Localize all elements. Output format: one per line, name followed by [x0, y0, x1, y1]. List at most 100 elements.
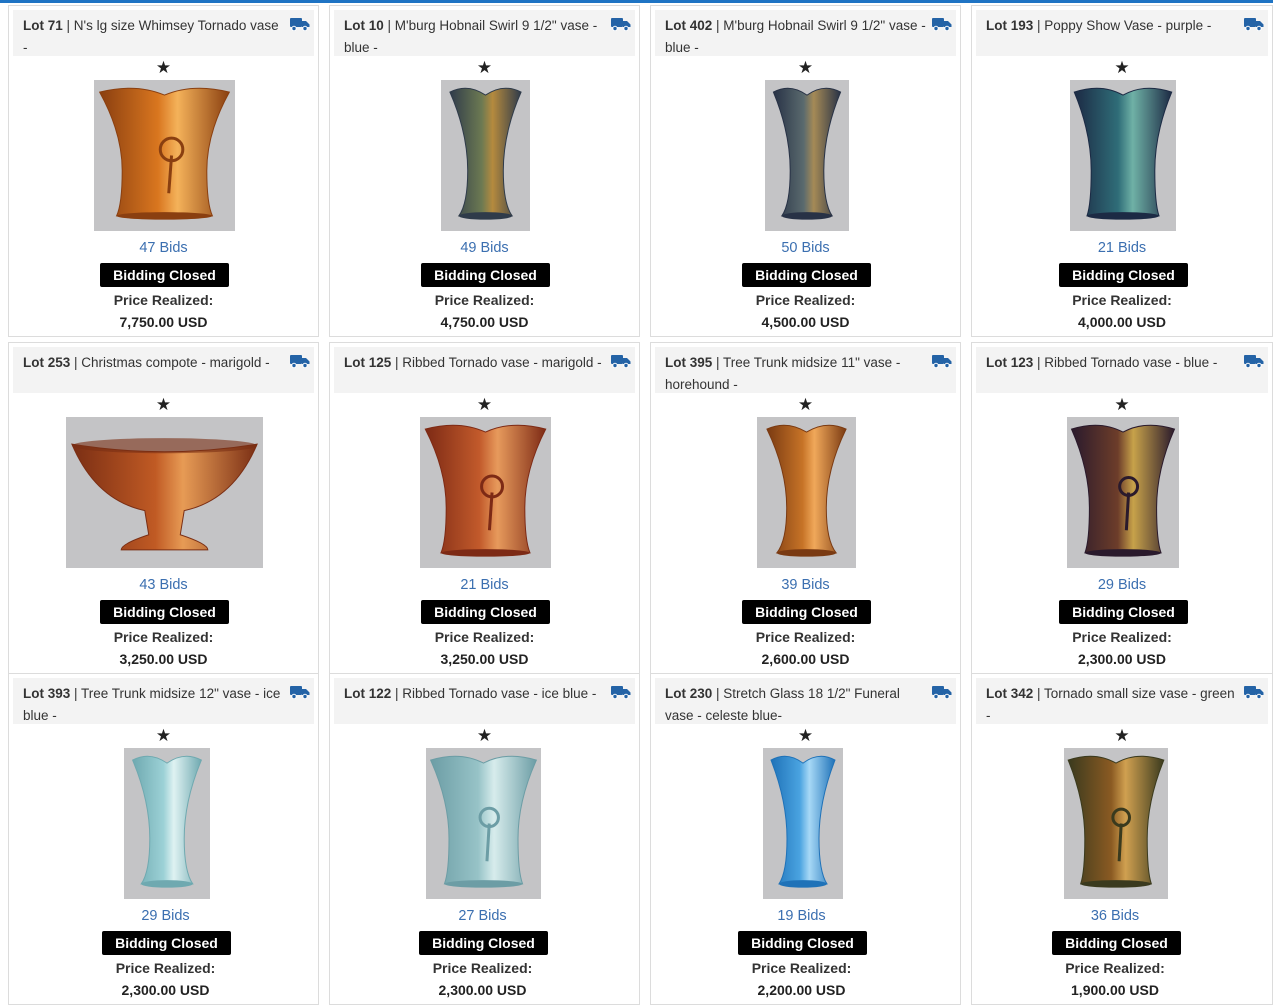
lot-title-link[interactable]: Lot 253 | Christmas compote - marigold -: [23, 352, 284, 374]
lot-title-link[interactable]: Lot 193 | Poppy Show Vase - purple -: [986, 15, 1238, 37]
lot-header: Lot 193 | Poppy Show Vase - purple -: [976, 10, 1268, 56]
lot-title-link[interactable]: Lot 395 | Tree Trunk midsize 11" vase - …: [665, 352, 926, 396]
bid-count-link[interactable]: 49 Bids: [330, 240, 639, 256]
lot-photo[interactable]: [765, 80, 849, 231]
lot-title-link[interactable]: Lot 123 | Ribbed Tornado vase - blue -: [986, 352, 1238, 374]
lot-card[interactable]: Lot 193 | Poppy Show Vase - purple - ★ 2…: [971, 5, 1273, 337]
lot-card[interactable]: Lot 122 | Ribbed Tornado vase - ice blue…: [329, 673, 640, 1005]
shipping-truck-icon: [1244, 685, 1264, 700]
lot-card[interactable]: Lot 123 | Ribbed Tornado vase - blue - ★…: [971, 342, 1273, 674]
lot-header: Lot 395 | Tree Trunk midsize 11" vase - …: [655, 347, 956, 393]
lot-card[interactable]: Lot 395 | Tree Trunk midsize 11" vase - …: [650, 342, 961, 674]
lot-photo[interactable]: [66, 417, 263, 568]
lot-header: Lot 230 | Stretch Glass 18 1/2" Funeral …: [655, 678, 956, 724]
shipping-truck-icon: [611, 17, 631, 32]
lot-number: Lot 230: [665, 686, 713, 701]
bid-count-link[interactable]: 21 Bids: [972, 240, 1272, 256]
price-realized-label: Price Realized:: [434, 629, 535, 645]
lot-title-link[interactable]: Lot 125 | Ribbed Tornado vase - marigold…: [344, 352, 605, 374]
price-realized-label: Price Realized:: [434, 292, 535, 308]
price-realized-value: 2,300.00 USD: [121, 982, 210, 998]
bidding-closed-badge: Bidding Closed: [421, 263, 550, 287]
lot-photo[interactable]: [763, 748, 843, 899]
lot-title-link[interactable]: Lot 71 | N's lg size Whimsey Tornado vas…: [23, 15, 284, 59]
bidding-closed-badge: Bidding Closed: [1059, 263, 1188, 287]
lot-header: Lot 122 | Ribbed Tornado vase - ice blue…: [334, 678, 635, 724]
lot-card[interactable]: Lot 10 | M'burg Hobnail Swirl 9 1/2" vas…: [329, 5, 640, 337]
price-realized-label: Price Realized:: [115, 960, 216, 976]
lot-photo[interactable]: [757, 417, 856, 568]
bid-count-link[interactable]: 27 Bids: [330, 908, 637, 924]
favorite-star-icon[interactable]: ★: [651, 59, 960, 77]
favorite-star-icon[interactable]: ★: [330, 727, 639, 745]
lot-card[interactable]: Lot 230 | Stretch Glass 18 1/2" Funeral …: [650, 673, 961, 1005]
favorite-star-icon[interactable]: ★: [972, 59, 1272, 77]
shipping-truck-icon: [932, 17, 952, 32]
bid-count-link[interactable]: 43 Bids: [9, 577, 318, 593]
lot-photo[interactable]: [124, 748, 210, 899]
lot-number: Lot 125: [344, 355, 392, 370]
favorite-star-icon[interactable]: ★: [330, 59, 639, 77]
lot-title-link[interactable]: Lot 230 | Stretch Glass 18 1/2" Funeral …: [665, 683, 926, 727]
lot-photo[interactable]: [1070, 80, 1176, 231]
lot-title-link[interactable]: Lot 10 | M'burg Hobnail Swirl 9 1/2" vas…: [344, 15, 605, 59]
bid-count-link[interactable]: 39 Bids: [651, 577, 960, 593]
price-realized-value: 4,500.00 USD: [761, 314, 850, 330]
lot-photo[interactable]: [420, 417, 551, 568]
bid-count-link[interactable]: 36 Bids: [972, 908, 1265, 924]
lot-card[interactable]: Lot 125 | Ribbed Tornado vase - marigold…: [329, 342, 640, 674]
bidding-closed-badge: Bidding Closed: [100, 600, 229, 624]
favorite-star-icon[interactable]: ★: [9, 59, 318, 77]
lot-photo[interactable]: [426, 748, 541, 899]
favorite-star-icon[interactable]: ★: [972, 396, 1272, 414]
bid-count-link[interactable]: 47 Bids: [9, 240, 318, 256]
lot-separator: |: [62, 18, 74, 33]
favorite-star-icon[interactable]: ★: [651, 727, 960, 745]
lot-title-link[interactable]: Lot 393 | Tree Trunk midsize 12" vase - …: [23, 683, 284, 727]
price-realized-value: 2,300.00 USD: [1078, 651, 1166, 667]
price-realized-label: Price Realized:: [755, 629, 856, 645]
favorite-star-icon[interactable]: ★: [9, 396, 318, 414]
price-realized-label: Price Realized:: [1065, 960, 1165, 976]
lot-number: Lot 71: [23, 18, 63, 33]
price-realized-value: 4,750.00 USD: [440, 314, 529, 330]
lot-card[interactable]: Lot 342 | Tornado small size vase - gree…: [971, 673, 1273, 1005]
price-realized-value: 2,200.00 USD: [757, 982, 846, 998]
shipping-truck-icon: [290, 17, 310, 32]
lot-separator: |: [383, 18, 395, 33]
lot-separator: |: [391, 355, 403, 370]
lot-card[interactable]: Lot 71 | N's lg size Whimsey Tornado vas…: [8, 5, 319, 337]
lot-photo[interactable]: [1067, 417, 1179, 568]
price-realized-label: Price Realized:: [1072, 292, 1172, 308]
favorite-star-icon[interactable]: ★: [651, 396, 960, 414]
lot-number: Lot 342: [986, 686, 1034, 701]
lot-card[interactable]: Lot 402 | M'burg Hobnail Swirl 9 1/2" va…: [650, 5, 961, 337]
favorite-star-icon[interactable]: ★: [9, 727, 318, 745]
bidding-closed-badge: Bidding Closed: [1052, 931, 1181, 955]
top-accent-line: [0, 0, 1273, 3]
lot-header: Lot 253 | Christmas compote - marigold -: [13, 347, 314, 393]
bid-count-link[interactable]: 29 Bids: [11, 908, 318, 924]
lot-separator: |: [1033, 18, 1045, 33]
lot-photo[interactable]: [441, 80, 530, 231]
lot-photo[interactable]: [1064, 748, 1168, 899]
bid-count-link[interactable]: 19 Bids: [651, 908, 956, 924]
lot-title-link[interactable]: Lot 402 | M'burg Hobnail Swirl 9 1/2" va…: [665, 15, 926, 59]
lot-title-link[interactable]: Lot 342 | Tornado small size vase - gree…: [986, 683, 1238, 727]
bid-count-link[interactable]: 21 Bids: [330, 577, 639, 593]
lot-description: Ribbed Tornado vase - ice blue -: [402, 686, 597, 701]
bid-count-link[interactable]: 50 Bids: [651, 240, 960, 256]
shipping-truck-icon: [611, 354, 631, 369]
favorite-star-icon[interactable]: ★: [972, 727, 1272, 745]
price-realized-value: 1,900.00 USD: [1071, 982, 1159, 998]
lot-card[interactable]: Lot 253 | Christmas compote - marigold -…: [8, 342, 319, 674]
price-realized-value: 2,600.00 USD: [761, 651, 850, 667]
lot-photo[interactable]: [94, 80, 235, 231]
bid-count-link[interactable]: 29 Bids: [972, 577, 1272, 593]
lot-title-link[interactable]: Lot 122 | Ribbed Tornado vase - ice blue…: [344, 683, 605, 705]
lot-number: Lot 122: [344, 686, 392, 701]
favorite-star-icon[interactable]: ★: [330, 396, 639, 414]
lot-card[interactable]: Lot 393 | Tree Trunk midsize 12" vase - …: [8, 673, 319, 1005]
shipping-truck-icon: [290, 354, 310, 369]
lot-description: Ribbed Tornado vase - marigold -: [402, 355, 602, 370]
